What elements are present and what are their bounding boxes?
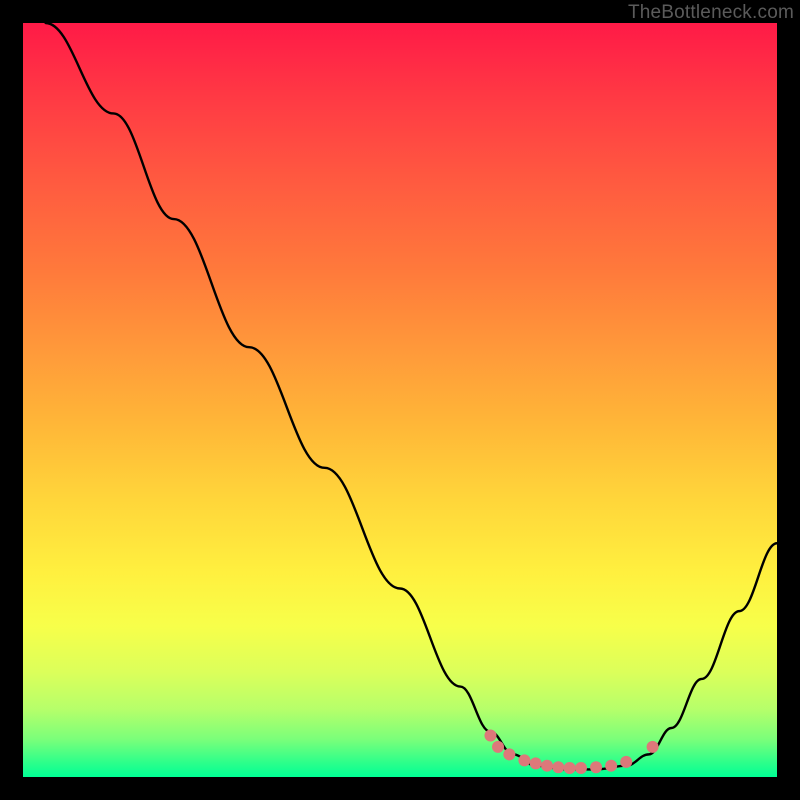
marker-dot — [492, 741, 504, 753]
marker-dot — [647, 741, 659, 753]
marker-group — [484, 730, 658, 774]
marker-dot — [503, 748, 515, 760]
marker-dot — [620, 756, 632, 768]
marker-dot — [605, 760, 617, 772]
marker-dot — [541, 760, 553, 772]
chart-frame: TheBottleneck.com — [0, 0, 800, 800]
watermark-text: TheBottleneck.com — [628, 2, 794, 24]
marker-dot — [552, 761, 564, 773]
marker-dot — [564, 762, 576, 774]
marker-dot — [590, 761, 602, 773]
marker-dot — [518, 754, 530, 766]
marker-dot — [575, 762, 587, 774]
chart-svg — [0, 0, 800, 800]
marker-dot — [484, 730, 496, 742]
marker-dot — [530, 757, 542, 769]
curve-line — [46, 23, 777, 769]
